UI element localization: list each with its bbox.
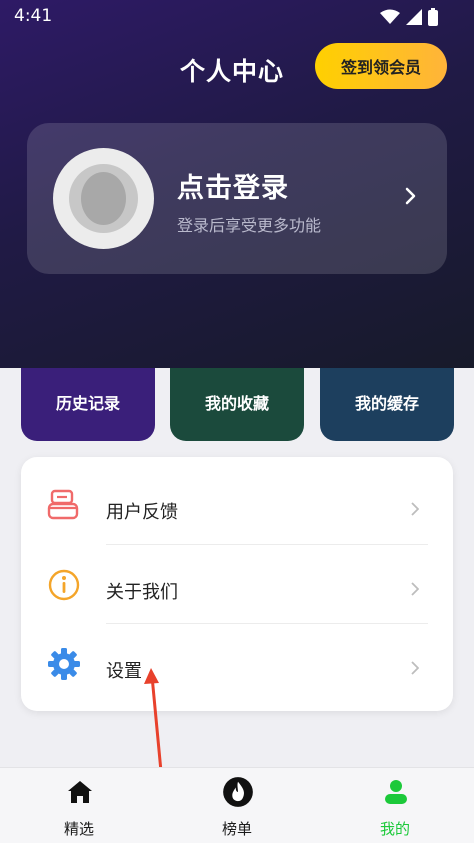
chevron-right-icon — [411, 582, 419, 596]
signal-icon — [406, 9, 422, 25]
quick-action-label: 我的收藏 — [204, 394, 269, 413]
wifi-icon — [380, 9, 400, 24]
profile-header: 4:41 个人中心 签到领会员 点击登录 登录后享受更多功能 — [0, 0, 474, 368]
page-title: 个人中心 — [180, 57, 285, 86]
quick-action-cache[interactable]: 我的缓存 — [320, 368, 454, 441]
login-card[interactable]: 点击登录 登录后享受更多功能 — [27, 123, 447, 274]
chevron-right-icon — [411, 661, 419, 675]
status-time: 4:41 — [14, 6, 53, 26]
quick-action-label: 我的缓存 — [354, 394, 419, 413]
menu-item-label: 用户反馈 — [106, 502, 178, 523]
history-icon — [73, 368, 103, 374]
gear-icon — [48, 648, 80, 680]
favorite-icon — [222, 368, 252, 374]
home-icon — [68, 781, 92, 803]
tab-label: 榜单 — [221, 820, 252, 838]
menu-item-about[interactable]: 关于我们 — [21, 544, 453, 624]
login-title[interactable]: 点击登录 — [177, 166, 289, 205]
menu-item-feedback[interactable]: 用户反馈 — [21, 464, 453, 544]
avatar[interactable] — [53, 148, 154, 249]
status-bar: 4:41 — [0, 0, 474, 34]
status-icons — [380, 8, 438, 26]
flame-icon — [223, 777, 253, 807]
quick-action-label: 历史记录 — [55, 394, 120, 413]
quick-action-favorites[interactable]: 我的收藏 — [170, 368, 304, 441]
chevron-right-icon — [411, 502, 419, 516]
tab-mine[interactable]: 我的 — [335, 768, 455, 843]
feedback-icon — [47, 489, 79, 520]
menu-item-label: 设置 — [106, 661, 142, 682]
tab-bar: 精选 榜单 我的 — [0, 767, 474, 843]
tab-featured[interactable]: 精选 — [19, 768, 139, 843]
tab-label: 精选 — [63, 820, 94, 838]
info-icon — [48, 569, 80, 601]
menu-item-label: 关于我们 — [106, 582, 178, 603]
menu-item-settings[interactable]: 设置 — [21, 623, 453, 703]
battery-icon — [428, 8, 438, 26]
checkin-button[interactable]: 签到领会员 — [315, 43, 447, 89]
tab-ranking[interactable]: 榜单 — [177, 768, 297, 843]
menu-card: 用户反馈 关于我们 设置 — [21, 457, 453, 711]
user-icon — [385, 780, 407, 804]
avatar-placeholder — [69, 164, 138, 233]
tab-label: 我的 — [379, 820, 410, 838]
login-subtitle: 登录后享受更多功能 — [177, 216, 322, 235]
chevron-right-icon[interactable] — [405, 187, 417, 205]
quick-action-history[interactable]: 历史记录 — [21, 368, 155, 441]
